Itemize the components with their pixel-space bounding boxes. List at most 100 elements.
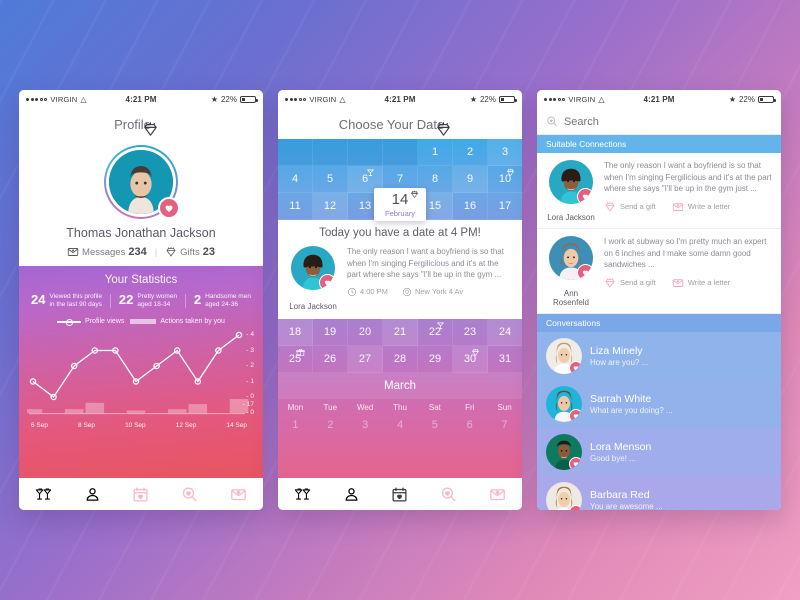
write-letter-label: Write a letter: [687, 202, 731, 212]
avatar[interactable]: [549, 236, 593, 280]
statistics-chart: 4 3 2 1 0170 6 Sep 8 Sep 10 Sep 12 Sep 14 Sep: [27, 329, 255, 434]
legend-line-swatch: [57, 319, 82, 325]
calendar-week: 11 12 13 14 February 15 16 17: [278, 188, 522, 221]
calendar-day[interactable]: 3: [488, 139, 522, 166]
next-month-day[interactable]: 7: [487, 416, 522, 437]
cocktail-icon: [366, 168, 375, 180]
calendar-day[interactable]: 11: [278, 193, 313, 220]
search-input[interactable]: [563, 115, 772, 128]
write-letter-button[interactable]: Write a letter: [672, 201, 730, 213]
diamond-icon: [165, 246, 177, 258]
stat-text: Viewed this profile in the last 90 days: [49, 293, 102, 309]
phone-mockups: VIRGIN △ 4:21 PM ★ 22% Profile Thomas Jo…: [0, 0, 800, 600]
stat-number: 24: [31, 292, 46, 307]
avatar[interactable]: [291, 246, 335, 290]
date-card-title: Today you have a date at 4 PM!: [319, 227, 481, 239]
calendar-day[interactable]: 29: [418, 346, 453, 373]
write-letter-button[interactable]: Write a letter: [672, 277, 730, 289]
profile-header: Thomas Jonathan Jackson Messages 234 | G…: [19, 139, 263, 266]
calendar-day[interactable]: 28: [383, 346, 418, 373]
conversation-row[interactable]: Sarrah White What are you doing? ...: [537, 380, 781, 428]
diamond-icon: [506, 168, 515, 180]
next-month-day[interactable]: 1: [278, 416, 313, 437]
connection-row[interactable]: Lora Jackson The only reason I want a bo…: [537, 153, 781, 229]
calendar-day[interactable]: 17: [488, 193, 522, 220]
tab-calendar[interactable]: [117, 478, 166, 510]
calendar-day[interactable]: 14 February: [374, 188, 426, 221]
chart-y-axis: 4 3 2 1 0170: [238, 329, 254, 416]
connection-row[interactable]: Ann Rosenfeld I work at subway so I'm pr…: [537, 229, 781, 314]
calendar-day[interactable]: 21: [383, 319, 418, 346]
conversation-row[interactable]: Lora Menson Good bye! ...: [537, 428, 781, 476]
avatar[interactable]: [546, 482, 582, 510]
calendar-day[interactable]: 9: [453, 166, 488, 193]
calendar-day[interactable]: 27: [348, 346, 383, 373]
calendar-day[interactable]: 19: [313, 319, 348, 346]
conversation-row[interactable]: Liza Minely How are you? ...: [537, 332, 781, 380]
search-bar[interactable]: [537, 109, 781, 135]
next-month-day[interactable]: 4: [383, 416, 418, 437]
status-right: ★ 22%: [729, 95, 776, 104]
send-gift-button[interactable]: Send a gift: [604, 277, 656, 289]
next-month-day[interactable]: 6: [452, 416, 487, 437]
avatar[interactable]: [546, 338, 582, 374]
avatar[interactable]: [549, 160, 593, 204]
calendar-day[interactable]: 4: [278, 166, 313, 193]
calendar-day[interactable]: 23: [453, 319, 488, 346]
calendar-day[interactable]: 12: [313, 193, 348, 220]
date-place: New York 4 Av: [402, 287, 463, 297]
tab-cocktail[interactable]: [278, 478, 327, 510]
messages-label: Messages: [82, 246, 126, 258]
next-month-day[interactable]: 5: [417, 416, 452, 437]
divider: |: [154, 246, 158, 258]
tab-profile[interactable]: [327, 478, 376, 510]
calendar-day[interactable]: 10: [488, 166, 522, 193]
stat-line2: aged 24-36: [205, 301, 238, 309]
avatar[interactable]: [546, 386, 582, 422]
next-month-day[interactable]: 3: [348, 416, 383, 437]
tab-calendar[interactable]: [376, 478, 425, 510]
send-gift-button[interactable]: Send a gift: [604, 201, 656, 213]
calendar-day[interactable]: 30: [453, 346, 488, 373]
tab-messages[interactable]: [473, 478, 522, 510]
calendar-day[interactable]: 22: [418, 319, 453, 346]
profile-name: Thomas Jonathan Jackson: [66, 226, 216, 240]
stat-line1: Viewed this profile: [49, 293, 103, 300]
tab-search[interactable]: [165, 478, 214, 510]
calendar-day[interactable]: 25: [278, 346, 313, 373]
diamond-icon[interactable]: [142, 121, 159, 138]
avatar[interactable]: [546, 434, 582, 470]
status-bar: VIRGIN △ 4:21 PM ★ 22%: [19, 90, 263, 109]
selected-day[interactable]: 14 February: [374, 188, 426, 221]
gifts-counter[interactable]: Gifts 23: [165, 246, 215, 258]
calendar-day[interactable]: 16: [453, 193, 488, 220]
diamond-icon[interactable]: [435, 121, 452, 138]
selected-day-month: February: [384, 209, 415, 218]
y-tick: 0: [246, 409, 254, 416]
tab-profile[interactable]: [68, 478, 117, 510]
weekday-label: Sun: [497, 403, 512, 412]
stat-line2: aged 18-34: [137, 301, 171, 309]
next-month-day[interactable]: 2: [313, 416, 348, 437]
section-header-conversations: Conversations: [537, 314, 781, 332]
calendar-day[interactable]: 31: [488, 346, 522, 373]
calendar-day[interactable]: 5: [313, 166, 348, 193]
tab-cocktail[interactable]: [19, 478, 68, 510]
calendar-day[interactable]: 20: [348, 319, 383, 346]
conversation-row[interactable]: Barbara Red You are awesome ...: [537, 476, 781, 510]
tab-search[interactable]: [424, 478, 473, 510]
tab-messages[interactable]: [214, 478, 263, 510]
messages-counter[interactable]: Messages 234: [67, 246, 147, 258]
conversation-text: Lora Menson Good bye! ...: [590, 441, 651, 463]
calendar-day[interactable]: 2: [453, 139, 488, 166]
calendar-day[interactable]: 24: [488, 319, 522, 346]
calendar-day[interactable]: 18: [278, 319, 313, 346]
diamond-icon: [604, 277, 616, 289]
calendar-day[interactable]: 26: [313, 346, 348, 373]
divider: [109, 294, 111, 309]
mail-icon: [672, 201, 684, 213]
next-month-days: 1234567: [278, 416, 522, 437]
stat-item: 22 Pretty women aged 18-34: [119, 293, 177, 309]
heart-badge-icon: [569, 457, 582, 470]
calendar-day[interactable]: 1: [418, 139, 453, 166]
